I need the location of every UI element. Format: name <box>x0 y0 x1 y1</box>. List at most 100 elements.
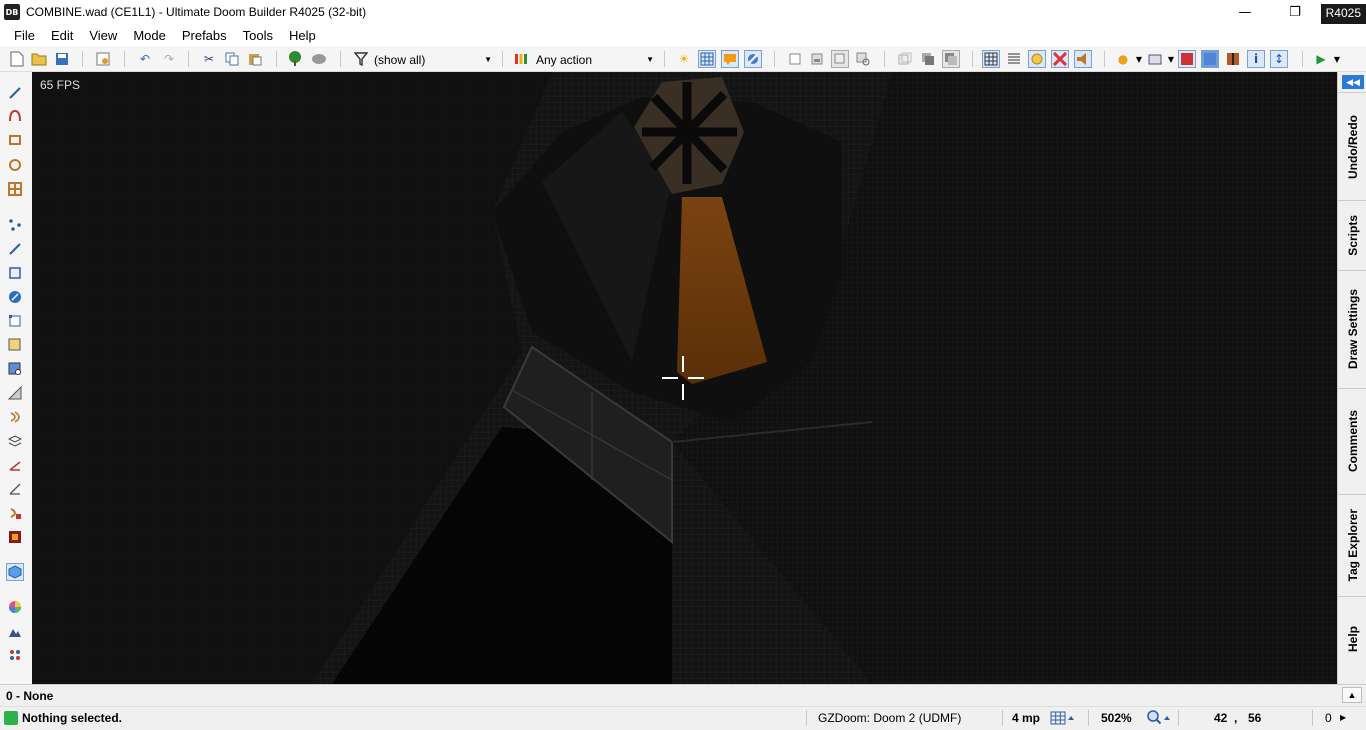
paste-props-icon[interactable] <box>919 50 937 68</box>
tab-label: Scripts <box>1345 215 1360 256</box>
menu-mode[interactable]: Mode <box>125 28 174 43</box>
sound-icon[interactable] <box>1074 50 1092 68</box>
save-map-icon[interactable] <box>53 50 71 68</box>
restore-button[interactable]: ❐ <box>1272 0 1318 24</box>
dynamic-light-icon[interactable] <box>1224 50 1242 68</box>
coord-y: 56 <box>1248 711 1262 725</box>
filter-icon[interactable] <box>352 50 370 68</box>
color-picker-icon[interactable] <box>6 598 24 616</box>
thing-filter-select[interactable]: (show all) ▼ <box>374 50 494 69</box>
undo-icon[interactable]: ↶ <box>136 50 154 68</box>
thing-filter-gray-icon[interactable] <box>310 50 328 68</box>
tab-help[interactable]: Help <box>1338 596 1366 682</box>
grid-icon[interactable] <box>698 50 716 68</box>
linedefs-mode-icon[interactable] <box>6 240 24 258</box>
docker-panel: ◀◀ Undo/Redo Scripts Draw Settings Comme… <box>1337 72 1366 684</box>
menu-view[interactable]: View <box>81 28 125 43</box>
grid-size-icon[interactable] <box>1050 710 1076 729</box>
action-markers-icon[interactable] <box>512 50 530 68</box>
sound-environment-icon[interactable] <box>6 504 24 522</box>
revision-badge: R4025 <box>1320 4 1366 24</box>
brightness-mode-icon[interactable] <box>6 384 24 402</box>
zoom-prefab-icon[interactable] <box>854 50 872 68</box>
app-icon: DB <box>4 4 20 20</box>
tab-label: Undo/Redo <box>1345 114 1360 179</box>
sky-icon[interactable] <box>1201 50 1219 68</box>
chevron-right-icon[interactable]: ▶ <box>1340 713 1346 722</box>
menu-prefabs[interactable]: Prefabs <box>174 28 235 43</box>
fullbright-icon[interactable] <box>744 50 762 68</box>
paste-icon[interactable] <box>246 50 264 68</box>
action-filter-value: Any action <box>536 52 593 67</box>
menu-tools[interactable]: Tools <box>235 28 281 43</box>
sound-propagation-icon[interactable] <box>6 408 24 426</box>
map-options-icon[interactable] <box>94 50 112 68</box>
chevron-down-icon: ▼ <box>484 55 492 64</box>
tab-tag-explorer[interactable]: Tag Explorer <box>1338 494 1366 596</box>
expand-info-button[interactable]: ▲ <box>1342 687 1362 703</box>
menu-help[interactable]: Help <box>281 28 324 43</box>
copy-icon[interactable] <box>223 50 241 68</box>
sectors-mode-icon[interactable] <box>6 264 24 282</box>
auto-map-icon[interactable] <box>6 528 24 546</box>
new-map-icon[interactable] <box>8 50 26 68</box>
zoom-icon[interactable] <box>1146 709 1172 730</box>
redo-icon[interactable]: ↷ <box>160 50 178 68</box>
menu-file[interactable]: File <box>6 28 43 43</box>
visual-mode-active-icon[interactable] <box>6 563 24 581</box>
minimize-button[interactable]: — <box>1222 0 1268 24</box>
comments-icon[interactable] <box>721 50 739 68</box>
draw-lines-icon[interactable] <box>6 84 24 102</box>
draw-ellipse-icon[interactable] <box>6 156 24 174</box>
window-title: COMBINE.wad (CE1L1) - Ultimate Doom Buil… <box>26 5 367 19</box>
action-filter-select[interactable]: Any action ▼ <box>536 50 656 69</box>
open-map-icon[interactable] <box>30 50 48 68</box>
linedef-edit-icon[interactable] <box>6 480 24 498</box>
cut-icon[interactable]: ✂ <box>200 50 218 68</box>
texture-list-icon[interactable] <box>1005 50 1023 68</box>
info-panel: 0 - None ▲ <box>0 684 1366 706</box>
thing-filter-value: (show all) <box>374 52 426 67</box>
visual-mode-icon[interactable] <box>6 360 24 378</box>
title-bar: DB COMBINE.wad (CE1L1) - Ultimate Doom B… <box>0 0 1366 24</box>
thing-bright-icon[interactable] <box>1028 50 1046 68</box>
info-icon[interactable]: i <box>1247 50 1265 68</box>
status-counter: 0 <box>1325 711 1332 725</box>
collapse-panel-button[interactable]: ◀◀ <box>1342 75 1364 89</box>
scene-render <box>32 72 1337 684</box>
tab-scripts[interactable]: Scripts <box>1338 200 1366 270</box>
slope-lines-icon[interactable] <box>6 456 24 474</box>
sector-colors-icon[interactable] <box>1051 50 1069 68</box>
tab-draw-settings[interactable]: Draw Settings <box>1338 270 1366 388</box>
3d-viewport[interactable]: 65 FPS <box>32 72 1337 684</box>
terrain-icon[interactable] <box>6 622 24 640</box>
prefab-gray-icon[interactable] <box>831 50 849 68</box>
grid-size[interactable]: 4 mp <box>1012 711 1040 725</box>
things-mode-icon[interactable] <box>6 288 24 306</box>
make-sectors-icon[interactable] <box>6 312 24 330</box>
tree-things-icon[interactable] <box>286 50 304 68</box>
brightness-icon[interactable]: ☀ <box>675 50 693 68</box>
draw-rectangle-icon[interactable] <box>6 131 24 149</box>
copy-props-icon[interactable] <box>896 50 914 68</box>
up-down-icon[interactable]: ↕ <box>1270 50 1288 68</box>
draw-grid-icon[interactable] <box>6 180 24 198</box>
edit-selection-icon[interactable] <box>6 336 24 354</box>
paint-selection-icon[interactable] <box>6 646 24 664</box>
insert-prefab-icon[interactable] <box>808 50 826 68</box>
engine-label: GZDoom: Doom 2 (UDMF) <box>818 711 962 725</box>
chevron-down-icon[interactable]: ▼ <box>1328 50 1346 68</box>
texture-grid-icon[interactable] <box>982 50 1000 68</box>
vertices-mode-icon[interactable] <box>6 216 24 234</box>
paste-special-icon[interactable] <box>942 50 960 68</box>
menu-edit[interactable]: Edit <box>43 28 81 43</box>
zoom-level[interactable]: 502% <box>1101 711 1132 725</box>
draw-curve-icon[interactable] <box>6 107 24 125</box>
coord-x: 42 <box>1214 711 1228 725</box>
tab-comments[interactable]: Comments <box>1338 388 1366 494</box>
3d-floors-icon[interactable] <box>6 432 24 450</box>
fog-icon[interactable] <box>1178 50 1196 68</box>
fps-counter: 65 FPS <box>40 78 81 92</box>
tab-undo-redo[interactable]: Undo/Redo <box>1338 92 1366 200</box>
new-item-icon[interactable] <box>786 50 804 68</box>
